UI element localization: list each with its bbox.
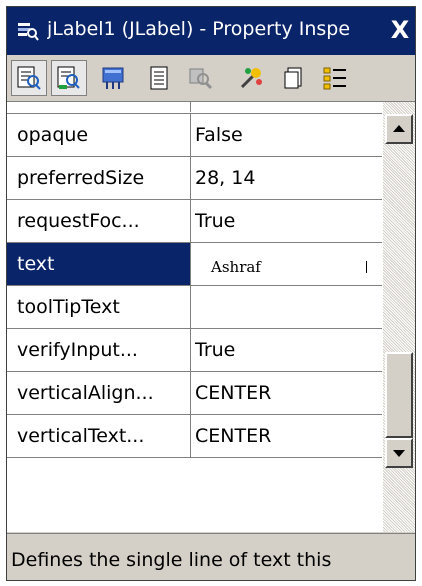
property-name: verticalAlign... [7, 372, 191, 414]
events-button[interactable] [95, 60, 131, 96]
property-sheet-button[interactable] [11, 60, 47, 96]
property-name: verticalText... [7, 415, 191, 457]
categorized-list-icon [323, 67, 346, 90]
property-value[interactable]: True [191, 329, 381, 371]
page-button[interactable] [277, 60, 313, 96]
property-value[interactable]: False [191, 114, 381, 156]
property-value[interactable]: 28, 14 [191, 157, 381, 199]
table-row[interactable]: toolTipText [7, 286, 382, 329]
window-title: jLabel1 (JLabel) - Property Inspe [47, 18, 351, 40]
property-value: <default> [191, 102, 381, 112]
find-property-icon [57, 66, 80, 89]
arrow-up-icon [393, 125, 405, 132]
property-table: nextFocusabl <default> opaque False pref… [7, 102, 415, 532]
arrow-down-icon [393, 450, 405, 457]
wand-icon [240, 68, 262, 89]
property-name: preferredSize [7, 157, 191, 199]
table-row[interactable]: preferredSize 28, 14 [7, 157, 382, 200]
property-value[interactable] [191, 286, 381, 328]
table-row[interactable]: verticalText... CENTER [7, 415, 382, 458]
property-name: requestFoc... [7, 200, 191, 242]
page-icon [284, 67, 302, 89]
property-value[interactable]: CENTER [191, 372, 381, 414]
property-sheet-icon [17, 66, 41, 90]
property-name: verifyInput... [7, 329, 191, 371]
toolbar [7, 55, 415, 102]
table-row[interactable]: nextFocusabl <default> [7, 102, 382, 114]
document-list-button[interactable] [141, 60, 177, 96]
table-row[interactable]: opaque False [7, 114, 382, 157]
property-inspector-icon [18, 23, 39, 41]
property-name: opaque [7, 114, 191, 156]
property-value-cell: Ashraf [191, 243, 381, 285]
categorized-list-button[interactable] [317, 60, 353, 96]
text-value-editor[interactable]: Ashraf [195, 247, 375, 281]
table-row-selected[interactable]: text Ashraf [7, 243, 382, 286]
scroll-up-button[interactable] [385, 114, 413, 144]
magnifier-button[interactable] [183, 60, 219, 96]
property-name: toolTipText [7, 286, 191, 328]
find-property-button[interactable] [51, 60, 87, 96]
document-list-icon [150, 66, 168, 90]
property-name: nextFocusabl [7, 102, 191, 112]
vertical-scrollbar[interactable] [383, 102, 415, 532]
table-row[interactable]: verticalAlign... CENTER [7, 372, 382, 415]
property-inspector-window: jLabel1 (JLabel) - Property Inspe X opaq… [6, 6, 416, 581]
wand-button[interactable] [233, 60, 269, 96]
property-value[interactable]: CENTER [191, 415, 381, 457]
table-row[interactable]: requestFoc... True [7, 200, 382, 243]
close-button[interactable]: X [389, 16, 411, 44]
scroll-down-button[interactable] [385, 438, 413, 468]
property-description: Defines the single line of text this [7, 540, 415, 580]
scroll-thumb[interactable] [385, 352, 413, 438]
property-value[interactable]: True [191, 200, 381, 242]
table-row[interactable]: verifyInput... True [7, 329, 382, 372]
property-name: text [7, 243, 191, 285]
events-icon [102, 67, 124, 89]
magnifier-icon [189, 68, 213, 90]
title-bar[interactable]: jLabel1 (JLabel) - Property Inspe X [7, 7, 415, 55]
text-caret [366, 261, 367, 273]
